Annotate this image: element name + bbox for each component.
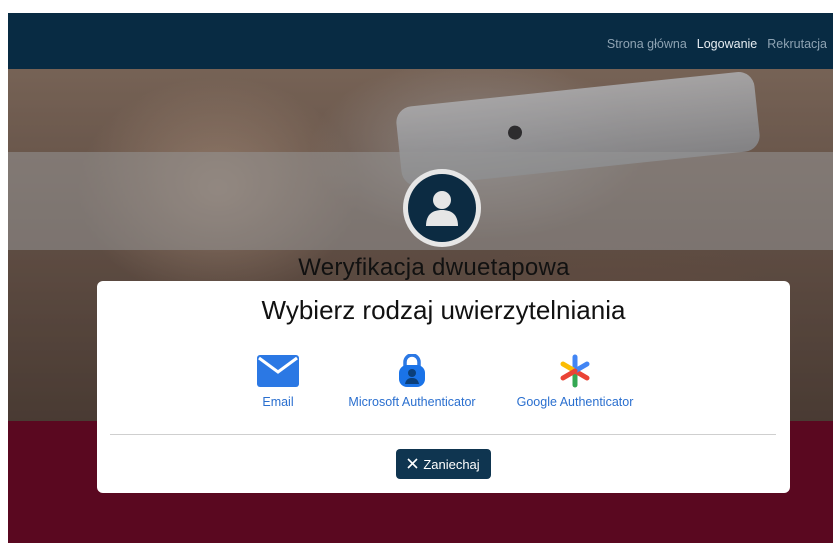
nav-links: Strona główna Logowanie Rekrutacja xyxy=(607,37,827,51)
navbar: Strona główna Logowanie Rekrutacja xyxy=(8,13,833,69)
nav-link-recruitment[interactable]: Rekrutacja xyxy=(767,37,827,51)
envelope-icon xyxy=(238,351,318,391)
auth-method-modal: Wybierz rodzaj uwierzytelniania Email Mi… xyxy=(97,281,790,493)
modal-title: Wybierz rodzaj uwierzytelniania xyxy=(261,295,626,325)
option-google-authenticator[interactable]: Google Authenticator xyxy=(505,351,645,409)
page-title: Weryfikacja dwuetapowa xyxy=(298,254,570,281)
close-icon xyxy=(407,457,418,472)
modal-divider xyxy=(110,434,776,435)
option-email[interactable]: Email xyxy=(238,351,318,409)
asterisk-icon xyxy=(505,351,645,391)
option-microsoft-authenticator[interactable]: Microsoft Authenticator xyxy=(337,351,487,409)
nav-link-login[interactable]: Logowanie xyxy=(697,37,757,51)
option-microsoft-label: Microsoft Authenticator xyxy=(348,395,476,409)
cancel-button[interactable]: Zaniechaj xyxy=(396,449,491,479)
nav-link-home[interactable]: Strona główna xyxy=(607,37,687,51)
option-google-label: Google Authenticator xyxy=(516,395,634,409)
avatar xyxy=(403,169,481,247)
lock-person-icon xyxy=(337,351,487,391)
user-icon xyxy=(408,174,476,242)
page-frame: Strona główna Logowanie Rekrutacja Weryf… xyxy=(8,13,833,543)
option-email-label: Email xyxy=(262,395,294,409)
cancel-button-label: Zaniechaj xyxy=(423,456,480,472)
